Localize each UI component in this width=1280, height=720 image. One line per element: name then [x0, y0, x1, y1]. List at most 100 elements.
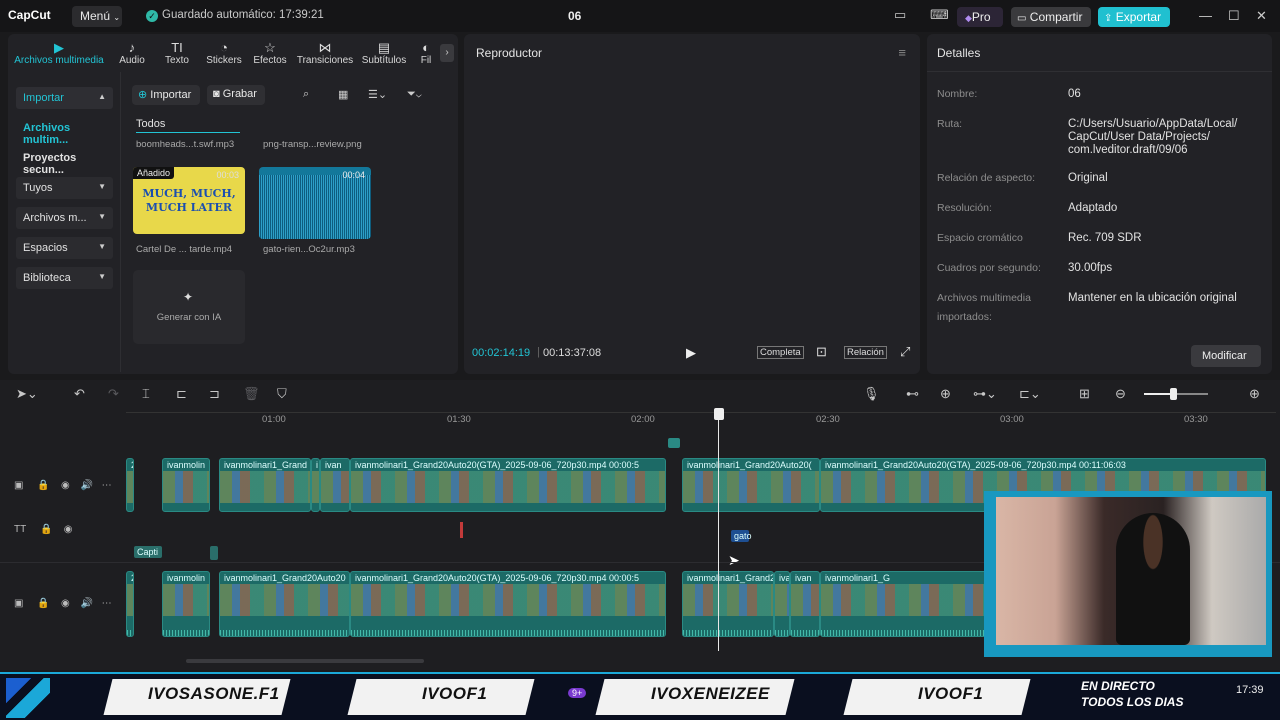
sidebar-item-import[interactable]: Importar ▲	[16, 87, 113, 109]
ruler-label: 02:30	[816, 414, 840, 425]
import-button[interactable]: ⊕ Importar	[132, 85, 200, 105]
minimize-icon[interactable]: —	[1199, 8, 1212, 23]
trim-right-icon[interactable]: ⊐	[209, 386, 220, 402]
hamburger-icon[interactable]: ≡	[898, 45, 906, 60]
sidebar-item-spaces[interactable]: Espacios ▼	[16, 237, 113, 259]
media-item-video[interactable]: MUCH, MUCH, MUCH LATER Añadido 00:03	[133, 167, 245, 234]
sidebar-item-media[interactable]: Archivos m... ▼	[16, 207, 113, 229]
caption-clip-small[interactable]	[210, 546, 218, 560]
playhead-handle[interactable]	[714, 408, 724, 420]
clip[interactable]: ivanmolinari1_Grand	[219, 458, 311, 512]
tab-subtitles[interactable]: ▤ Subtítulos	[358, 40, 410, 66]
preview-axis-icon[interactable]: ⊏⌄	[1019, 386, 1041, 402]
tab-text[interactable]: TI Texto	[158, 40, 196, 66]
clip[interactable]: ivanmolinari1_Grand2	[682, 571, 774, 637]
clip[interactable]: ivanmolinari1_Grand20Auto20(GTA)_2025-09…	[350, 571, 666, 637]
sidebar-item-library[interactable]: Biblioteca ▼	[16, 267, 113, 289]
sort-icon[interactable]: ☰⌄	[368, 88, 387, 101]
sidebar-item-subprojects[interactable]: Proyectos secun...	[16, 147, 113, 176]
cover-icon[interactable]: ▣	[14, 598, 23, 609]
clip[interactable]: i	[311, 458, 320, 512]
thumbnail-icon[interactable]: ⊞	[1079, 386, 1090, 402]
clip[interactable]: ivanmolin	[162, 458, 210, 512]
playhead[interactable]	[718, 411, 719, 651]
grid-view-icon[interactable]: ▦	[338, 88, 348, 101]
caption-clip[interactable]: Capti	[134, 546, 162, 558]
clip[interactable]: ivanmolin	[162, 571, 210, 637]
player-title: Reproductor	[476, 46, 543, 60]
microphone-icon[interactable]: 🎙	[863, 386, 880, 402]
keyboard-icon[interactable]: ⌨	[930, 7, 949, 23]
redo-icon[interactable]: ↷	[108, 386, 119, 402]
magnet-icon[interactable]: ⊕	[940, 386, 951, 402]
zoom-out-icon[interactable]: ⊖	[1115, 386, 1126, 402]
clip[interactable]: ivanmolinari1_Grand20Auto20	[219, 571, 350, 637]
clip[interactable]: ivanmolinari1_Grand20Auto20(	[682, 458, 820, 512]
full-button[interactable]: Completa	[757, 346, 804, 359]
marker-clip[interactable]	[668, 438, 680, 448]
detail-key: Nombre:	[937, 88, 978, 100]
trim-left-icon[interactable]: ⊏	[176, 386, 187, 402]
webcam-feed	[996, 497, 1266, 645]
play-icon[interactable]: ▶	[686, 345, 696, 361]
clip[interactable]: ivanmolinari1_Grand20Auto20(GTA)_2025-09…	[350, 458, 666, 512]
text-track-icon: TT	[14, 524, 27, 535]
export-button[interactable]: ⇪ Exportar	[1098, 7, 1170, 27]
fullscreen-icon[interactable]: ⤢	[900, 344, 910, 360]
sidebar-item-media-files[interactable]: Archivos multim...	[16, 117, 113, 146]
tab-filters[interactable]: ◐ Fil	[416, 40, 436, 66]
pro-button[interactable]: ◆Pro	[957, 7, 1003, 27]
more-icon[interactable]: ⋯	[102, 598, 112, 609]
record-button[interactable]: ◙ Grabar	[207, 85, 265, 105]
split-icon[interactable]: ⌶	[142, 386, 150, 402]
modify-button[interactable]: Modificar	[1191, 345, 1261, 367]
tab-effects[interactable]: ☆ Efectos	[250, 40, 290, 66]
cover-icon[interactable]: ▣	[14, 480, 23, 491]
tab-media[interactable]: ▶ Archivos multimedia	[12, 40, 106, 66]
generate-ai-card[interactable]: ✦ Generar con IA	[133, 270, 245, 344]
search-icon[interactable]: ⌕	[303, 88, 309, 101]
filter-icon[interactable]: ⏷⌄	[407, 88, 422, 101]
maximize-icon[interactable]: ☐	[1228, 8, 1240, 24]
clip[interactable]: iva	[774, 571, 790, 637]
tab-stickers[interactable]: ◔ Stickers	[202, 40, 246, 66]
sidebar-item-label: Archivos m...	[23, 212, 87, 224]
eye-icon[interactable]: ◉	[61, 598, 70, 609]
lock-icon[interactable]: 🔒	[37, 598, 49, 609]
filter-all[interactable]: Todos	[136, 118, 165, 130]
delete-icon[interactable]: 🗑	[243, 386, 260, 402]
tab-audio[interactable]: ♪ Audio	[112, 40, 152, 66]
link-icon[interactable]: ⊷	[906, 386, 919, 402]
ratio-button[interactable]: Relación	[844, 346, 887, 359]
timeline-scrollbar[interactable]	[186, 659, 424, 663]
close-icon[interactable]: ✕	[1256, 8, 1267, 24]
detail-key: Espacio cromático	[937, 232, 1023, 244]
speaker-icon[interactable]: 🔊	[81, 598, 93, 609]
layout-icon[interactable]: ▭	[894, 7, 906, 23]
zoom-fit-icon[interactable]: ⊡	[816, 344, 827, 360]
tab-transitions[interactable]: ⋈ Transiciones	[294, 40, 356, 66]
select-cursor-icon[interactable]: ➤⌄	[16, 386, 38, 402]
sidebar-item-yours[interactable]: Tuyos ▼	[16, 177, 113, 199]
zoom-in-icon[interactable]: ⊕	[1249, 386, 1260, 402]
audio-clip[interactable]: gato	[731, 530, 752, 542]
zoom-slider-handle[interactable]	[1169, 388, 1177, 400]
clip[interactable]: ivan	[790, 571, 820, 637]
eye-icon[interactable]: ◉	[64, 524, 73, 535]
live-schedule: EN DIRECTO TODOS LOS DIAS	[1081, 679, 1184, 709]
shield-icon[interactable]: ⛉	[277, 386, 287, 402]
more-icon[interactable]: ⋯	[102, 480, 112, 491]
media-item-audio[interactable]: 00:04	[259, 167, 371, 239]
share-button[interactable]: ▭ Compartir	[1011, 7, 1091, 27]
chevron-right-icon[interactable]: ›	[440, 44, 454, 62]
eye-icon[interactable]: ◉	[61, 480, 70, 491]
speaker-icon[interactable]: 🔊	[81, 480, 93, 491]
menu-button[interactable]: Menú ⌄	[72, 6, 122, 27]
lock-icon[interactable]: 🔒	[37, 480, 49, 491]
clip[interactable]: 2	[126, 458, 134, 512]
chain-icon[interactable]: ⊶⌄	[973, 386, 997, 402]
clip[interactable]: 2	[126, 571, 134, 637]
lock-icon[interactable]: 🔒	[40, 524, 52, 535]
undo-icon[interactable]: ↶	[74, 386, 85, 402]
clip[interactable]: ivan	[320, 458, 350, 512]
